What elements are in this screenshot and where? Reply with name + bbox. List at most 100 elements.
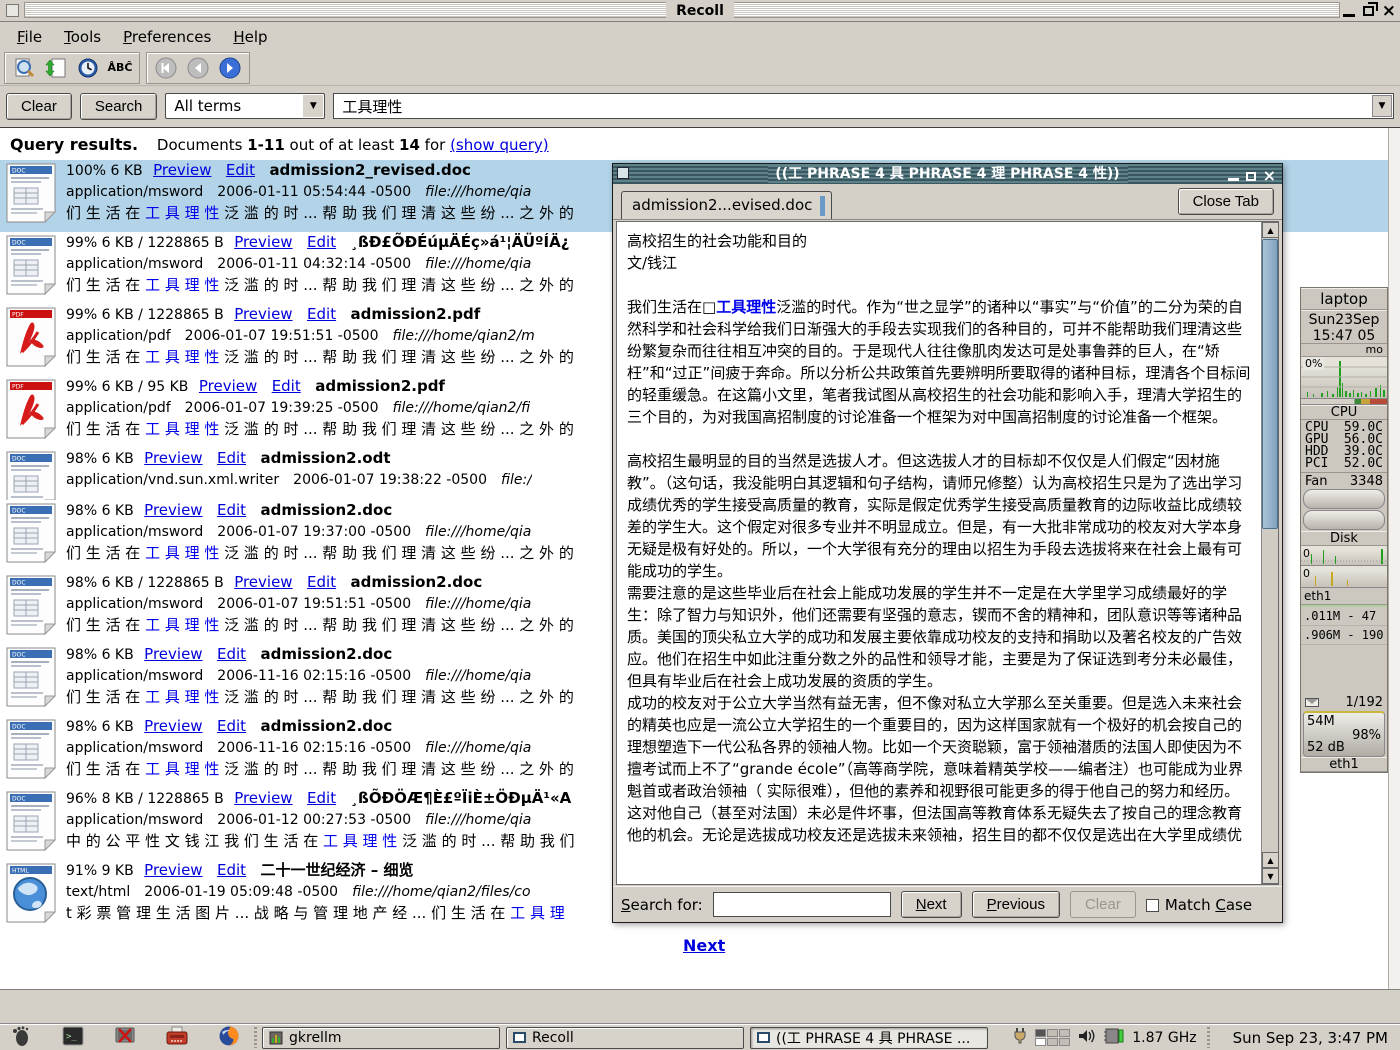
edit-link[interactable]: Edit (307, 573, 336, 591)
preview-link[interactable]: Preview (234, 305, 292, 323)
edit-link[interactable]: Edit (217, 717, 246, 735)
workspace-switcher-icon[interactable] (1035, 1029, 1070, 1046)
preview-link[interactable]: Preview (234, 789, 292, 807)
result-icon: DOC (4, 500, 66, 572)
result-mime: application/msword (66, 184, 203, 200)
doc-paragraph: 需要注意的是这些毕业后在社会上能成功发展的学生并不一定是在大学里学习成绩最好的学… (627, 582, 1252, 692)
match-case-checkbox[interactable]: Match Case (1146, 896, 1252, 914)
edit-link[interactable]: Edit (217, 645, 246, 663)
show-query-link[interactable]: (show query) (450, 136, 549, 154)
prev-page-icon[interactable] (184, 55, 212, 81)
scroll-up-icon[interactable]: ▲ (1262, 852, 1279, 868)
preview-link[interactable]: Preview (144, 501, 202, 519)
edit-link[interactable]: Edit (217, 501, 246, 519)
gk-fan-meter2[interactable] (1303, 510, 1385, 530)
menu-tools[interactable]: Tools (55, 25, 110, 49)
gk-hostname: laptop (1301, 288, 1387, 310)
edit-link[interactable]: Edit (307, 789, 336, 807)
first-page-icon[interactable] (152, 55, 180, 81)
history-clock-icon[interactable] (74, 55, 102, 81)
preview-tabbar: admission2...evised.doc Close Tab (613, 184, 1282, 220)
edit-link[interactable]: Edit (272, 377, 301, 395)
term-explorer-icon[interactable]: ÅBĈ (106, 55, 134, 81)
scroll-up-icon[interactable]: ▲ (1262, 222, 1279, 238)
result-filename: admission2.odt (261, 449, 391, 467)
taskbar-button-gkrellm[interactable]: gkrellm (262, 1027, 500, 1049)
gk-net-tx: .906M - 190 (1301, 626, 1387, 645)
taskbar-handle[interactable] (254, 1027, 257, 1048)
window-icon[interactable] (6, 4, 19, 17)
clock-handle[interactable] (1207, 1027, 1210, 1048)
advanced-search-icon[interactable] (10, 55, 38, 81)
search-input[interactable] (333, 93, 1394, 119)
preview-titlebar[interactable]: ((工 PHRASE 4 具 PHRASE 4 理 PHRASE 4 性)) × (613, 164, 1282, 184)
preview-link[interactable]: Preview (144, 717, 202, 735)
search-mode-select[interactable]: All terms ▼ (165, 93, 325, 119)
gkrellm-icon (269, 1031, 283, 1045)
preview-link[interactable]: Preview (234, 573, 292, 591)
preview-link[interactable]: Preview (144, 449, 202, 467)
preview-close-icon[interactable]: × (1263, 170, 1276, 182)
edit-link[interactable]: Edit (307, 233, 336, 251)
typewriter-icon[interactable] (166, 1025, 188, 1050)
result-date: 2006-01-19 05:09:48 -0500 (144, 884, 338, 900)
preview-link[interactable]: Preview (144, 645, 202, 663)
close-tab-button[interactable]: Close Tab (1178, 188, 1274, 215)
find-clear-button[interactable]: Clear (1070, 891, 1136, 918)
shutdown-screen-icon[interactable] (114, 1025, 136, 1050)
search-history-dropdown-icon[interactable]: ▼ (1372, 95, 1392, 117)
find-input[interactable] (713, 892, 891, 917)
sort-parameters-icon[interactable] (42, 55, 70, 81)
taskbar-button-preview[interactable]: ((工 PHRASE 4 具 PHRASE ... (750, 1027, 988, 1049)
taskbar-button-recoll[interactable]: Recoll (506, 1027, 744, 1049)
close-icon[interactable]: × (1382, 4, 1396, 18)
minimize-icon[interactable] (1343, 14, 1355, 17)
power-plug-icon[interactable] (1013, 1027, 1027, 1049)
preview-link[interactable]: Preview (144, 861, 202, 879)
snippet-post: 泛 滥 的 时 ... 帮 助 我 们 理 清 这 些 纷 ... 之 外 的 (219, 348, 573, 366)
svg-text:DOC: DOC (12, 796, 26, 803)
chevron-down-icon[interactable]: ▼ (303, 95, 323, 117)
gk-mem-meter[interactable]: 54M 98% 52 dB (1303, 711, 1385, 757)
find-next-button[interactable]: Next (901, 891, 962, 918)
results-scrollbar[interactable] (1388, 128, 1400, 989)
preview-link[interactable]: Preview (153, 161, 211, 179)
gk-fan-meter[interactable] (1303, 489, 1385, 509)
taskbar-clock[interactable]: Sun Sep 23, 3:47 PM (1216, 1029, 1400, 1047)
firefox-icon[interactable] (218, 1025, 240, 1050)
gk-time: 15:47 05 (1301, 328, 1387, 344)
maximize-icon[interactable] (1363, 6, 1374, 16)
gnome-menu-icon[interactable] (10, 1025, 32, 1050)
find-previous-button[interactable]: Previous (972, 891, 1060, 918)
preview-minimize-icon[interactable] (1228, 178, 1239, 181)
edit-link[interactable]: Edit (217, 449, 246, 467)
edit-link[interactable]: Edit (226, 161, 255, 179)
scrollbar-thumb[interactable] (1262, 239, 1278, 529)
clear-button[interactable]: Clear (6, 93, 72, 120)
snippet-pre: 中 的 公 平 性 文 钱 江 我 们 生 活 在 (66, 832, 323, 850)
edit-link[interactable]: Edit (217, 861, 246, 879)
next-results-link[interactable]: Next (683, 936, 725, 955)
next-page-icon[interactable] (216, 55, 244, 81)
cpufreq-icon[interactable] (1104, 1027, 1124, 1049)
menu-preferences[interactable]: Preferences (114, 25, 220, 49)
gkrellm-monitor[interactable]: laptop Sun23Sep 15:47 05 mo 0% CPU CPU59… (1300, 287, 1388, 773)
terminal-icon[interactable]: >_ (62, 1025, 84, 1050)
result-icon: HTML (4, 860, 66, 932)
preview-tab[interactable]: admission2...evised.doc (621, 191, 832, 219)
gk-temperatures: CPU59.0C GPU56.0C HDD39.0C PCI52.0C (1301, 420, 1387, 472)
menu-help[interactable]: Help (224, 25, 276, 49)
edit-link[interactable]: Edit (307, 305, 336, 323)
preview-content[interactable]: 高校招生的社会功能和目的 文/钱江 我们生活在□工具理性泛滥的时代。作为“世之显… (616, 221, 1279, 885)
preview-link[interactable]: Preview (234, 233, 292, 251)
scroll-down-icon[interactable]: ▼ (1262, 868, 1279, 884)
preview-maximize-icon[interactable] (1246, 172, 1256, 181)
menu-file[interactable]: File (8, 25, 51, 49)
result-icon: DOC (4, 160, 66, 232)
preview-window-icon[interactable] (617, 167, 629, 179)
preview-scrollbar[interactable]: ▲ ▲ ▼ (1261, 222, 1278, 884)
volume-icon[interactable] (1078, 1028, 1096, 1048)
result-date: 2006-01-11 05:54:44 -0500 (217, 184, 411, 200)
search-button[interactable]: Search (80, 93, 158, 120)
preview-link[interactable]: Preview (199, 377, 257, 395)
